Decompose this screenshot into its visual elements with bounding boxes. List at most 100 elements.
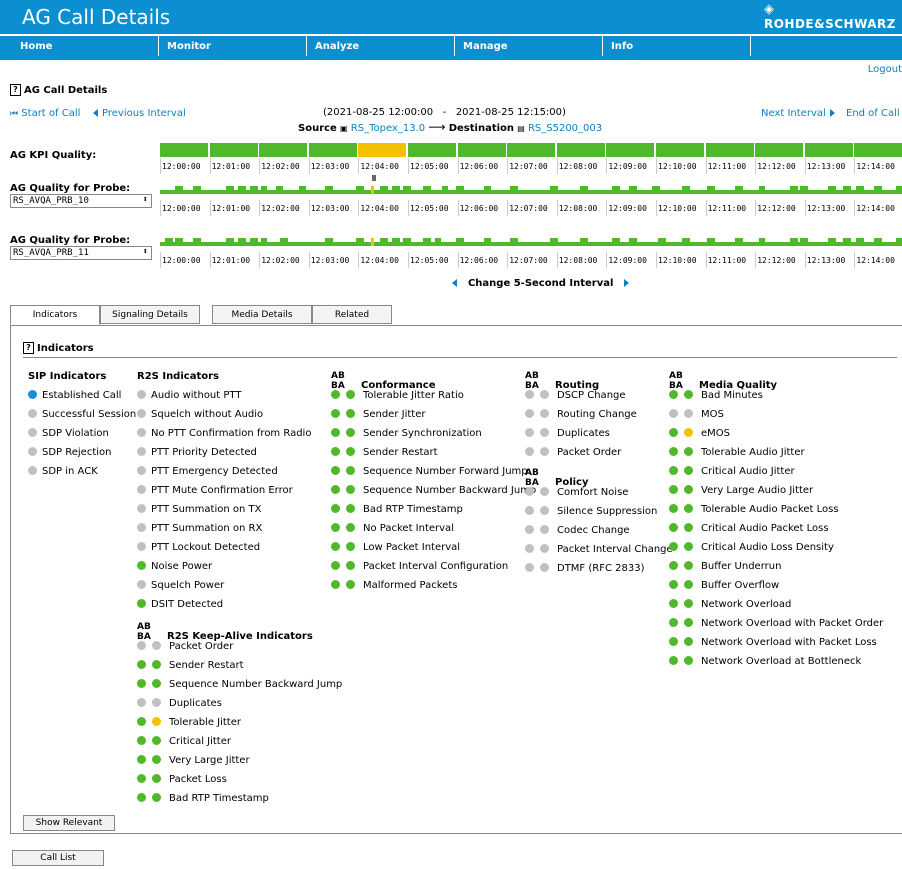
probe-quality-bar[interactable] (380, 186, 388, 194)
kpi-segment[interactable] (160, 143, 208, 157)
help-icon[interactable]: ? (23, 342, 34, 354)
probe-quality-bar[interactable] (580, 186, 588, 194)
probe-quality-bar[interactable] (325, 238, 333, 246)
kpi-segment[interactable] (457, 143, 506, 157)
kpi-segment[interactable] (259, 143, 308, 157)
probe-quality-bar[interactable] (165, 238, 173, 246)
probe-quality-bar[interactable] (896, 186, 902, 194)
tab-signaling-details[interactable]: Signaling Details (100, 305, 200, 324)
logout-link[interactable]: Logout (868, 64, 902, 75)
probe-quality-bar[interactable] (423, 186, 431, 194)
kpi-segment[interactable] (358, 143, 407, 157)
probe-quality-bar[interactable] (759, 186, 765, 194)
probe-quality-bar[interactable] (612, 186, 620, 194)
probe-quality-bar[interactable] (175, 238, 183, 246)
next-5s-button[interactable] (624, 279, 630, 287)
kpi-segment[interactable] (804, 143, 853, 157)
probe-quality-bar[interactable] (658, 238, 666, 246)
probe-quality-bar[interactable] (874, 186, 882, 194)
probe-quality-bar[interactable] (280, 238, 288, 246)
probe-quality-bar[interactable] (276, 186, 283, 194)
destination-link[interactable]: RS_S5200_003 (528, 123, 602, 134)
current-interval-marker[interactable] (372, 175, 376, 181)
kpi-segment[interactable] (755, 143, 804, 157)
probe-quality-bar[interactable] (484, 238, 491, 246)
probe-quality-bar[interactable] (238, 238, 246, 246)
probe-quality-bar[interactable] (843, 186, 851, 194)
probe-quality-bar[interactable] (550, 238, 558, 246)
probe-quality-bar[interactable] (707, 186, 715, 194)
kpi-segment[interactable] (656, 143, 704, 157)
probe-quality-bar[interactable] (682, 238, 690, 246)
probe-quality-bar[interactable] (874, 238, 882, 246)
probe-quality-bar[interactable] (175, 186, 183, 194)
probe-quality-bar[interactable] (435, 238, 441, 246)
probe-quality-bar[interactable] (250, 238, 258, 246)
kpi-segment[interactable] (556, 143, 605, 157)
probe-quality-bar[interactable] (510, 186, 518, 194)
kpi-segment[interactable] (308, 143, 357, 157)
probe-quality-bar[interactable] (261, 238, 267, 246)
kpi-segment[interactable] (854, 143, 902, 157)
probe-quality-bar[interactable] (456, 186, 464, 194)
probe-quality-bar[interactable] (356, 238, 364, 246)
probe-quality-bar[interactable] (403, 238, 411, 246)
kpi-segment[interactable] (507, 143, 556, 157)
probe-quality-bar[interactable] (380, 238, 388, 246)
probe-quality-bar[interactable] (423, 238, 431, 246)
next-interval-link[interactable]: Next Interval (761, 108, 835, 119)
probe-quality-bar[interactable] (800, 238, 808, 246)
probe-quality-bar[interactable] (735, 238, 743, 246)
probe-quality-bar[interactable] (828, 186, 836, 194)
probe-quality-bar[interactable] (790, 238, 798, 246)
probe-quality-bar[interactable] (735, 186, 743, 194)
probe-quality-bar[interactable] (392, 186, 400, 194)
probe-quality-bar[interactable] (800, 186, 808, 194)
tab-indicators[interactable]: Indicators (10, 305, 100, 325)
probe-quality-bar[interactable] (629, 238, 637, 246)
menu-analyze[interactable]: Analyze (306, 36, 454, 56)
probe-quality-bar[interactable] (456, 238, 464, 246)
probe-quality-bar[interactable] (856, 186, 864, 194)
kpi-segment[interactable] (606, 143, 655, 157)
probe-quality-bar[interactable] (759, 238, 765, 246)
probe-quality-bar[interactable] (356, 186, 364, 194)
probe-quality-bar[interactable] (238, 186, 246, 194)
prev-5s-button[interactable] (452, 279, 457, 287)
probe-quality-bar[interactable] (193, 186, 201, 194)
tab-media-details[interactable]: Media Details (212, 305, 312, 324)
probe-quality-bar[interactable] (707, 238, 715, 246)
probe-quality-bar[interactable] (843, 238, 851, 246)
probe-quality-bar[interactable] (392, 238, 400, 246)
menu-monitor[interactable]: Monitor (158, 36, 306, 56)
probe-quality-bar[interactable] (226, 238, 234, 246)
probe-quality-bar[interactable] (193, 238, 201, 246)
menu-home[interactable]: Home (12, 36, 158, 56)
probe-quality-bar[interactable] (896, 238, 902, 246)
probe-quality-bar[interactable] (442, 186, 448, 194)
probe-quality-bar[interactable] (856, 238, 864, 246)
probe-quality-bar[interactable] (299, 186, 306, 194)
kpi-segment[interactable] (705, 143, 754, 157)
probe-quality-bar[interactable] (612, 238, 620, 246)
kpi-segment[interactable] (408, 143, 456, 157)
probe-quality-bar[interactable] (682, 186, 690, 194)
probe-quality-bar[interactable] (550, 186, 558, 194)
previous-interval-link[interactable]: Previous Interval (93, 108, 186, 119)
tab-related[interactable]: Related (312, 305, 392, 324)
menu-manage[interactable]: Manage (454, 36, 602, 56)
probe-quality-bar[interactable] (790, 186, 798, 194)
call-list-button[interactable]: Call List (12, 850, 104, 866)
menu-info[interactable]: Info (602, 36, 750, 56)
kpi-segment[interactable] (209, 143, 258, 157)
probe-quality-bar[interactable] (652, 186, 660, 194)
probe-quality-bar[interactable] (325, 186, 333, 194)
probe-quality-bar[interactable] (828, 238, 836, 246)
end-of-call-link[interactable]: End of Call ⏭ (846, 108, 902, 119)
source-link[interactable]: RS_Topex_13.0 (351, 123, 425, 134)
probe-quality-bar[interactable] (403, 186, 411, 194)
probe-quality-bar[interactable] (250, 186, 258, 194)
probe-quality-bar[interactable] (484, 186, 491, 194)
probe1-select[interactable]: RS_AVQA_PRB_10 ⬍ (10, 194, 152, 208)
probe-quality-bar[interactable] (580, 238, 588, 246)
